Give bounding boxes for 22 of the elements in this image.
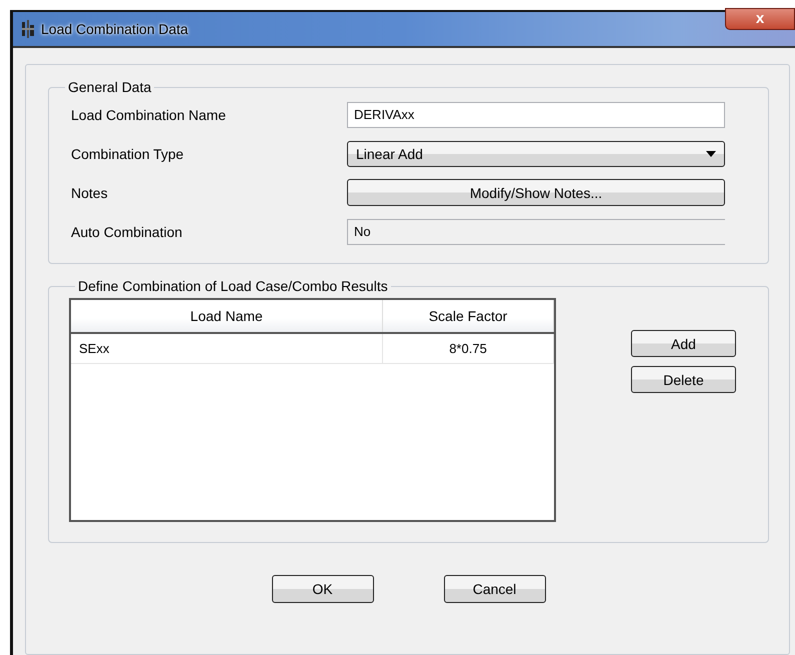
field-label: Combination Type: [71, 146, 185, 162]
column-header: Load Name: [71, 300, 383, 332]
column-header: Scale Factor: [383, 300, 554, 332]
close-button[interactable]: x: [725, 8, 795, 30]
cancel-button[interactable]: Cancel: [444, 575, 546, 603]
field-label: Notes: [71, 184, 109, 200]
delete-button[interactable]: Delete: [631, 366, 736, 393]
field-label: Load Combination Name: [71, 106, 227, 122]
combination-type-dropdown[interactable]: Linear Add: [347, 140, 725, 166]
app-icon: [21, 20, 35, 38]
group-title: General Data: [67, 79, 152, 95]
ok-button[interactable]: OK: [272, 575, 374, 603]
caret-icon: [706, 150, 716, 156]
table-cell: 8*0.75: [383, 334, 554, 363]
table-cell: SExx: [71, 334, 383, 363]
window-title: Load Combination Data: [41, 21, 188, 37]
group-title: Define Combination of Load Case/Combo Results: [77, 278, 389, 294]
add-button[interactable]: Add: [631, 330, 736, 357]
name-field[interactable]: DERIVAxx: [347, 102, 725, 128]
notes-button[interactable]: Modify/Show Notes...: [347, 179, 725, 206]
field-label: Auto Combination: [71, 224, 184, 240]
auto-combination-field: No: [347, 218, 725, 244]
